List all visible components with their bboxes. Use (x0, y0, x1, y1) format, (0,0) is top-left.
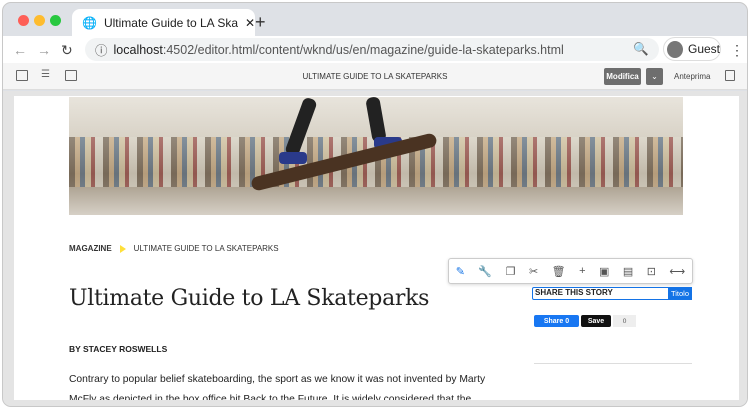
browser-tab[interactable]: 🌐 Ultimate Guide to LA Skateparks ✕ (72, 9, 255, 37)
address-bar-row: ← → ↻ ⓘ localhost:4502/editor.html/conte… (3, 36, 747, 63)
page-content: MAGAZINE ULTIMATE GUIDE TO LA SKATEPARKS… (14, 96, 739, 400)
divider (534, 363, 692, 364)
zoom-icon[interactable]: 🔍 (633, 42, 649, 57)
reload-icon[interactable]: ↻ (61, 42, 73, 59)
url-host: localhost (113, 42, 163, 57)
url-input[interactable]: ⓘ localhost:4502/editor.html/content/wkn… (85, 38, 659, 61)
back-icon[interactable]: ← (13, 42, 27, 58)
new-tab-button[interactable]: + (255, 12, 266, 33)
group-icon[interactable]: ⊡ (647, 265, 656, 278)
mode-dropdown-button[interactable]: ⌄ (646, 68, 663, 85)
menu-icon[interactable]: ⋮ (730, 42, 744, 59)
editor-canvas: MAGAZINE ULTIMATE GUIDE TO LA SKATEPARKS… (3, 91, 747, 406)
profile-button[interactable]: Guest (663, 37, 721, 61)
delete-icon[interactable]: 🗑 (552, 265, 566, 278)
tab-title: Ultimate Guide to LA Skateparks (103, 16, 238, 30)
component-toolbar: ✎ 🔧 ❐ ✂ 🗑 + ▣ ▤ ⊡ ⟷ (448, 258, 693, 284)
layout-icon[interactable]: ▤ (623, 265, 633, 278)
profile-label: Guest (687, 42, 720, 56)
component-label: Titolo (667, 286, 692, 300)
pinterest-save-button[interactable]: Save (581, 315, 611, 327)
selected-title-component[interactable]: SHARE THIS STORY Titolo (532, 286, 692, 300)
url-path: :4502/editor.html/content/wknd/us/en/mag… (162, 42, 564, 57)
close-tab-icon[interactable]: ✕ (245, 16, 255, 30)
share-count: 0 (613, 315, 636, 327)
byline: BY STACEY ROSWELLS (69, 344, 168, 354)
resize-icon[interactable]: ⟷ (669, 265, 685, 278)
page-info-icon[interactable] (725, 70, 735, 81)
cut-icon[interactable]: ✂ (529, 265, 538, 278)
configure-icon[interactable]: 🔧 (478, 265, 492, 278)
article-title: Ultimate Guide to LA Skateparks (69, 286, 430, 311)
facebook-share-button[interactable]: Share 0 (534, 315, 579, 327)
globe-icon: 🌐 (82, 16, 97, 30)
parent-icon[interactable]: ▣ (599, 265, 609, 278)
info-icon: ⓘ (95, 44, 108, 58)
avatar (667, 40, 683, 58)
article-paragraph: Contrary to popular belief skateboarding… (69, 374, 486, 400)
browser-window: 🌐 Ultimate Guide to LA Skateparks ✕ + ← … (2, 2, 748, 407)
maximize-window-button[interactable] (50, 15, 61, 26)
edit-icon[interactable]: ✎ (456, 265, 465, 278)
breadcrumb: MAGAZINE ULTIMATE GUIDE TO LA SKATEPARKS (69, 244, 279, 253)
hero-image (69, 97, 683, 215)
minimize-window-button[interactable] (34, 15, 45, 26)
close-window-button[interactable] (18, 15, 29, 26)
insert-icon[interactable]: + (579, 265, 585, 277)
copy-icon[interactable]: ❐ (506, 265, 516, 278)
breadcrumb-current: ULTIMATE GUIDE TO LA SKATEPARKS (133, 244, 279, 253)
breadcrumb-magazine[interactable]: MAGAZINE (69, 244, 112, 253)
share-heading: SHARE THIS STORY (535, 288, 613, 297)
arrow-icon (119, 244, 126, 253)
edit-mode-button[interactable]: Modifica (604, 68, 641, 85)
preview-button[interactable]: Anteprima (674, 72, 710, 81)
editor-toolbar: ☰ ULTIMATE GUIDE TO LA SKATEPARKS Modifi… (3, 63, 747, 90)
tab-strip: 🌐 Ultimate Guide to LA Skateparks ✕ + (3, 3, 747, 37)
forward-icon[interactable]: → (37, 42, 51, 58)
